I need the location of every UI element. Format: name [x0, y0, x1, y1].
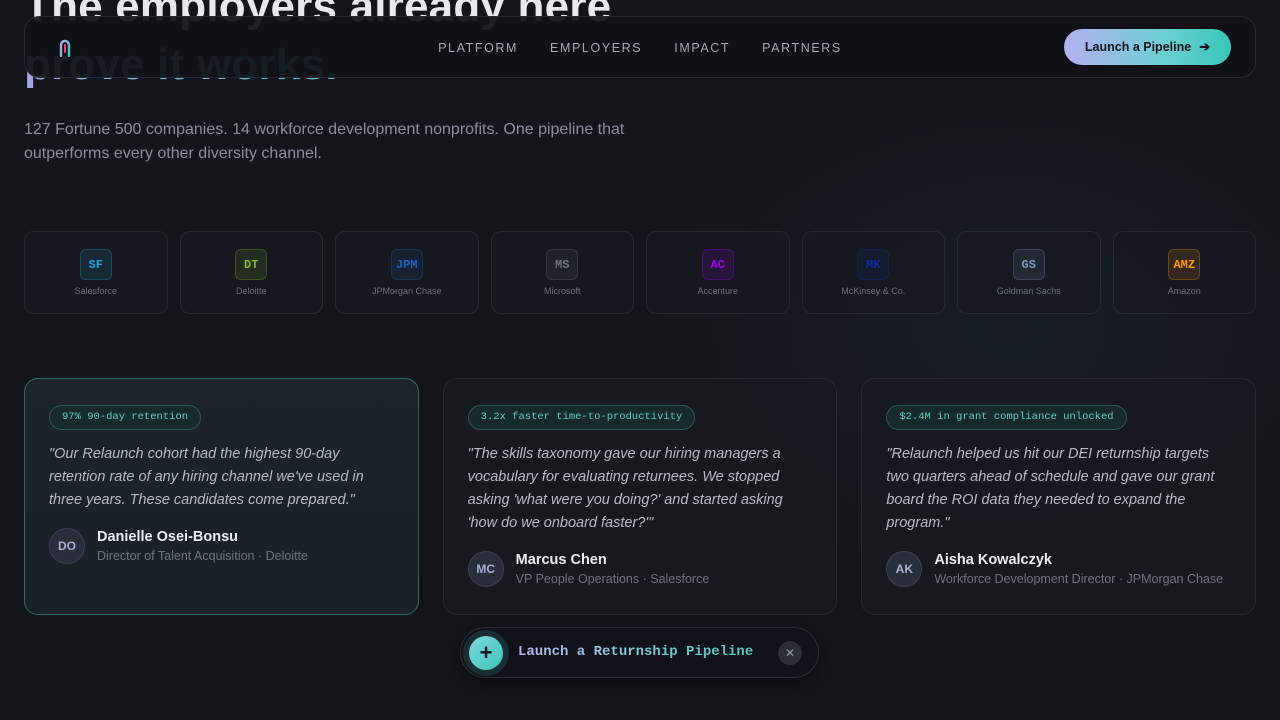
employer-name: Salesforce	[74, 286, 118, 296]
employer-logo-badge: GS	[1012, 249, 1045, 280]
employer-name: Microsoft	[543, 286, 581, 296]
avatar: MC	[467, 551, 504, 587]
testimonial-author: DO Danielle Osei-Bonsu Director of Talen…	[49, 528, 394, 564]
author-name: Marcus Chen	[515, 552, 607, 568]
top-nav: PLATFORM EMPLOYERS IMPACT PARTNERS Launc…	[24, 16, 1256, 78]
testimonial-author: AK Aisha Kowalczyk Workforce Development…	[886, 551, 1231, 587]
author-role: Director of Talent Acquisition · Deloitt…	[97, 549, 308, 563]
employer-logo-badge: MK	[857, 249, 890, 280]
employer-name: Deloitte	[235, 286, 267, 296]
employer-logo-grid: SF Salesforce DT Deloitte JPM JPMorgan C…	[24, 231, 1256, 314]
employer-card[interactable]: MK McKinsey & Co.	[801, 231, 945, 314]
employer-logo-badge: MS	[546, 249, 579, 280]
employer-name: Accenture	[697, 286, 739, 296]
stat-badge: 97% 90-day retention	[49, 405, 202, 430]
plus-icon[interactable]: +	[469, 636, 503, 670]
nav-link-employers[interactable]: EMPLOYERS	[550, 41, 642, 55]
launch-pipeline-label: Launch a Pipeline	[1084, 40, 1192, 54]
testimonial-card: 3.2x faster time-to-productivity "The sk…	[442, 378, 838, 615]
employer-card[interactable]: MS Microsoft	[490, 231, 634, 314]
avatar: AK	[886, 551, 923, 587]
testimonial-author: MC Marcus Chen VP People Operations · Sa…	[467, 551, 813, 587]
author-role: Workforce Development Director · JPMorga…	[934, 572, 1224, 586]
employer-card[interactable]: DT Deloitte	[179, 231, 323, 314]
employer-logo-badge: SF	[79, 249, 112, 280]
employer-logo-badge: DT	[235, 249, 268, 280]
testimonial-card: 97% 90-day retention "Our Relaunch cohor…	[24, 378, 419, 615]
launch-pipeline-button[interactable]: Launch a Pipeline ➔	[1064, 29, 1231, 65]
floating-cta-label[interactable]: Launch a Returnship Pipeline	[518, 644, 753, 660]
testimonial-quote: "The skills taxonomy gave our hiring man…	[467, 446, 783, 531]
nav-link-impact[interactable]: IMPACT	[674, 41, 730, 55]
employer-card[interactable]: GS Goldman Sachs	[957, 231, 1101, 314]
floating-cta-pill[interactable]: + Launch a Returnship Pipeline ✕	[460, 627, 819, 678]
stat-badge: 3.2x faster time-to-productivity	[467, 405, 696, 430]
employer-card[interactable]: JPM JPMorgan Chase	[335, 231, 479, 314]
hero-subtitle: 127 Fortune 500 companies. 14 workforce …	[24, 121, 625, 162]
author-role: VP People Operations · Salesforce	[515, 572, 710, 586]
employer-name: McKinsey & Co.	[841, 286, 906, 296]
testimonial-quote: "Our Relaunch cohort had the highest 90-…	[49, 446, 364, 508]
brand-logo-icon[interactable]	[57, 39, 73, 58]
nav-link-platform[interactable]: PLATFORM	[438, 41, 518, 55]
author-name: Aisha Kowalczyk	[934, 552, 1053, 568]
employer-card[interactable]: SF Salesforce	[24, 231, 168, 314]
employer-name: Amazon	[1167, 286, 1201, 296]
employer-card[interactable]: AMZ Amazon	[1112, 231, 1256, 314]
stat-badge: $2.4M in grant compliance unlocked	[886, 405, 1127, 430]
employer-logo-badge: JPM	[390, 249, 423, 280]
close-icon[interactable]: ✕	[778, 641, 802, 665]
employer-card[interactable]: AC Accenture	[646, 231, 790, 314]
employer-name: Goldman Sachs	[996, 286, 1061, 296]
nav-link-partners[interactable]: PARTNERS	[762, 41, 842, 55]
testimonial-quote: "Relaunch helped us hit our DEI returnsh…	[886, 446, 1215, 531]
avatar: DO	[49, 528, 85, 564]
testimonial-cards: 97% 90-day retention "Our Relaunch cohor…	[24, 378, 1257, 615]
employer-logo-badge: AMZ	[1168, 249, 1201, 280]
author-name: Danielle Osei-Bonsu	[97, 529, 239, 545]
testimonial-card: $2.4M in grant compliance unlocked "Rela…	[861, 378, 1257, 615]
employer-name: JPMorgan Chase	[371, 286, 442, 296]
employer-logo-badge: AC	[701, 249, 734, 280]
arrow-right-icon: ➔	[1199, 39, 1211, 54]
